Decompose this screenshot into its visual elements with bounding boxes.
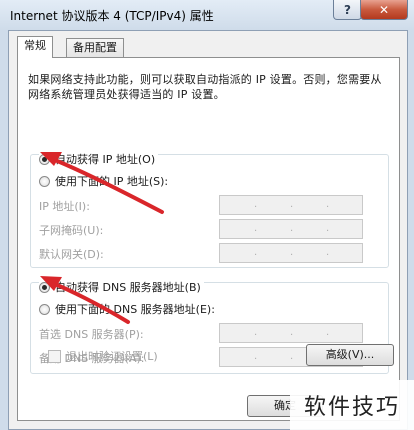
ip-manual-radio[interactable] [39, 175, 50, 187]
validate-on-exit-option[interactable]: 退出时验证设置(L) [48, 348, 158, 364]
ip-auto-option[interactable]: 自动获得 IP 地址(O) [39, 151, 159, 167]
preferred-dns-input[interactable]: . . . [219, 323, 363, 343]
dns-auto-radio[interactable] [39, 281, 50, 293]
preferred-dns-row: 首选 DNS 服务器(P): . . . [39, 323, 363, 343]
octet-separator: . [254, 351, 258, 362]
dns-manual-option[interactable]: 使用下面的 DNS 服务器地址(E): [39, 301, 215, 317]
ip-address-row: IP 地址(I): . . . [39, 195, 363, 215]
ip-auto-radio[interactable] [39, 153, 50, 165]
title-bar[interactable]: Internet 协议版本 4 (TCP/IPv4) 属性 ? ✕ [0, 0, 414, 30]
octet-separator: . [290, 247, 294, 258]
octet-separator: . [254, 327, 258, 338]
description-text: 如果网络支持此功能，则可以获取自动指派的 IP 设置。否则，您需要从网络系统管理… [28, 73, 382, 101]
radio-selected-dot [42, 284, 47, 290]
preferred-dns-label: 首选 DNS 服务器(P): [39, 328, 144, 341]
dialog-window: Internet 协议版本 4 (TCP/IPv4) 属性 ? ✕ 常规 备用配… [0, 0, 414, 430]
tab-general[interactable]: 常规 [17, 36, 53, 58]
ip-manual-label: 使用下面的 IP 地址(S): [55, 175, 169, 188]
subnet-mask-label: 子网掩码(U): [39, 224, 104, 237]
octet-separator: . [326, 223, 330, 234]
octet-separator: . [254, 199, 258, 210]
ip-address-input[interactable]: . . . [219, 195, 363, 215]
dns-manual-label: 使用下面的 DNS 服务器地址(E): [55, 303, 215, 316]
ip-address-label: IP 地址(I): [39, 200, 90, 213]
close-button[interactable]: ✕ [360, 0, 408, 20]
watermark: 软件技巧 [290, 380, 414, 430]
octet-separator: . [290, 199, 294, 210]
octet-separator: . [326, 327, 330, 338]
octet-separator: . [326, 199, 330, 210]
subnet-mask-row: 子网掩码(U): . . . [39, 219, 363, 239]
close-icon: ✕ [378, 2, 390, 17]
help-icon: ? [344, 2, 351, 17]
octet-separator: . [254, 223, 258, 234]
advanced-button[interactable]: 高级(V)... [306, 344, 394, 366]
window-title: Internet 协议版本 4 (TCP/IPv4) 属性 [10, 9, 214, 23]
ip-settings-group: 自动获得 IP 地址(O) 使用下面的 IP 地址(S): IP 地址(I): … [30, 151, 389, 268]
ip-auto-label: 自动获得 IP 地址(O) [55, 153, 156, 166]
default-gateway-label: 默认网关(D): [39, 248, 104, 261]
dns-auto-option[interactable]: 自动获得 DNS 服务器地址(B) [39, 279, 204, 295]
validate-on-exit-checkbox[interactable] [48, 349, 61, 363]
help-button[interactable]: ? [333, 0, 362, 20]
tab-panel-general: 如果网络支持此功能，则可以获取自动指派的 IP 设置。否则，您需要从网络系统管理… [17, 57, 400, 421]
octet-separator: . [254, 247, 258, 258]
validate-on-exit-label: 退出时验证设置(L) [66, 350, 158, 363]
subnet-mask-input[interactable]: . . . [219, 219, 363, 239]
dialog-body: 常规 备用配置 如果网络支持此功能，则可以获取自动指派的 IP 设置。否则，您需… [8, 30, 408, 430]
octet-separator: . [290, 223, 294, 234]
default-gateway-input[interactable]: . . . [219, 243, 363, 263]
tab-alternate-config[interactable]: 备用配置 [66, 38, 124, 58]
octet-separator: . [290, 327, 294, 338]
ip-manual-option[interactable]: 使用下面的 IP 地址(S): [39, 173, 168, 189]
octet-separator: . [326, 247, 330, 258]
dns-manual-radio[interactable] [39, 303, 50, 315]
octet-separator: . [290, 351, 294, 362]
radio-selected-dot [42, 156, 47, 162]
default-gateway-row: 默认网关(D): . . . [39, 243, 363, 263]
dns-auto-label: 自动获得 DNS 服务器地址(B) [55, 281, 201, 294]
